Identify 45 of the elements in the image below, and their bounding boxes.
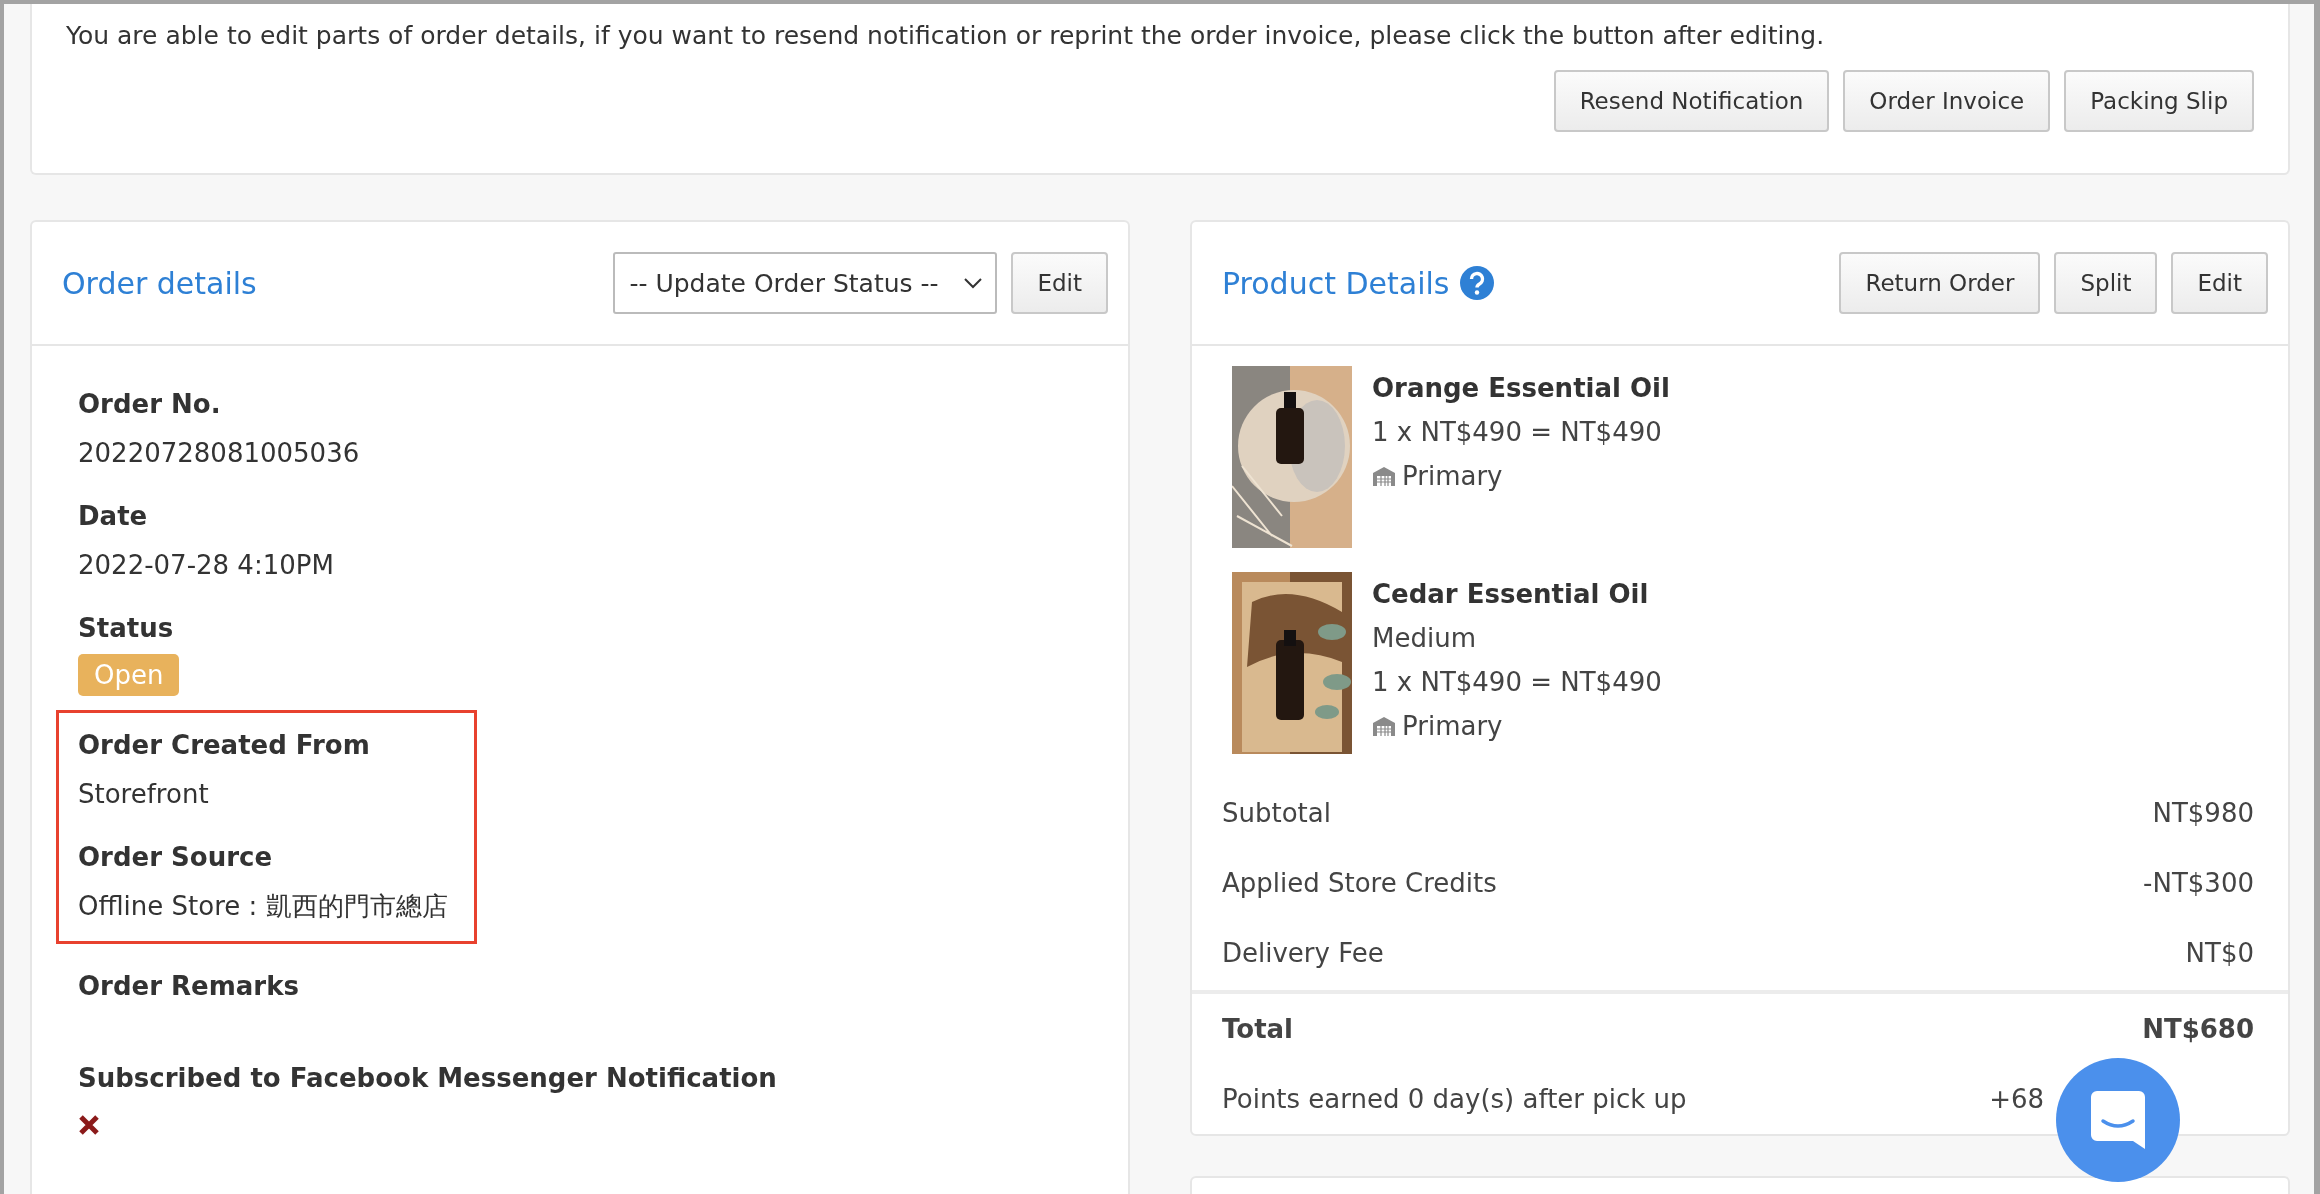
total-value: NT$680 bbox=[2142, 1014, 2254, 1044]
notice-text: You are able to edit parts of order details, if you want to resend notification or reprint the order invoice, please click the button after editing. bbox=[66, 20, 1826, 52]
points-label: Points earned 0 day(s) after pick up bbox=[1222, 1084, 1687, 1114]
field-label: Order No. bbox=[78, 388, 222, 421]
warehouse-icon bbox=[1372, 715, 1396, 737]
summary-label: Delivery Fee bbox=[1222, 938, 1384, 968]
field-label: Order Remarks bbox=[78, 970, 300, 1003]
action-button[interactable]: Return Order bbox=[1839, 252, 2041, 314]
field-label: Status bbox=[78, 612, 175, 645]
card-title: Order details bbox=[62, 265, 257, 301]
action-button[interactable]: Edit bbox=[2171, 252, 2268, 314]
total-label: Total bbox=[1222, 1014, 1294, 1044]
edit-button[interactable]: Edit bbox=[1011, 252, 1108, 314]
field-label: Order Source bbox=[78, 841, 273, 874]
product-name: Orange Essential Oil bbox=[1372, 372, 1670, 405]
status-badge: Open bbox=[78, 654, 180, 696]
summary-label: Subtotal bbox=[1222, 798, 1331, 828]
warehouse-icon bbox=[1372, 465, 1396, 487]
product-price: 1 x NT$490 = NT$490 bbox=[1372, 666, 1662, 699]
stock-location: Primary bbox=[1402, 460, 1503, 493]
action-button[interactable]: Split bbox=[2054, 252, 2158, 314]
summary-value: -NT$300 bbox=[2143, 868, 2254, 898]
field-value: 20220728081005036 bbox=[78, 437, 361, 470]
summary-label: Applied Store Credits bbox=[1222, 868, 1497, 898]
field-value: Storefront bbox=[78, 778, 210, 811]
caret-icon bbox=[963, 276, 984, 290]
action-button[interactable]: Packing Slip bbox=[2064, 70, 2254, 132]
chat-icon bbox=[2089, 1089, 2147, 1151]
field-label: Order Created From bbox=[78, 729, 371, 762]
help-icon[interactable] bbox=[1459, 265, 1496, 301]
summary-value: NT$0 bbox=[2185, 938, 2254, 968]
product-variant: Medium bbox=[1372, 622, 1477, 655]
product-name: Cedar Essential Oil bbox=[1372, 578, 1650, 611]
product-price: 1 x NT$490 = NT$490 bbox=[1372, 416, 1663, 449]
status-select[interactable]: -- Update Order Status -- bbox=[613, 252, 998, 314]
summary-value: NT$980 bbox=[2152, 798, 2254, 828]
field-value: Offline Store : 凱西的門市總店 bbox=[78, 890, 448, 923]
action-button[interactable]: Resend Notification bbox=[1553, 70, 1830, 132]
stock-location: Primary bbox=[1402, 710, 1503, 743]
field-label: Date bbox=[78, 500, 149, 533]
action-button[interactable]: Order Invoice bbox=[1843, 70, 2051, 132]
field-value: 2022-07-28 4:10PM bbox=[78, 549, 335, 582]
points-value: +68 bbox=[1989, 1084, 2044, 1114]
card-title: Product Details bbox=[1222, 265, 1450, 301]
field-label: Subscribed to Facebook Messenger Notification bbox=[78, 1062, 778, 1095]
